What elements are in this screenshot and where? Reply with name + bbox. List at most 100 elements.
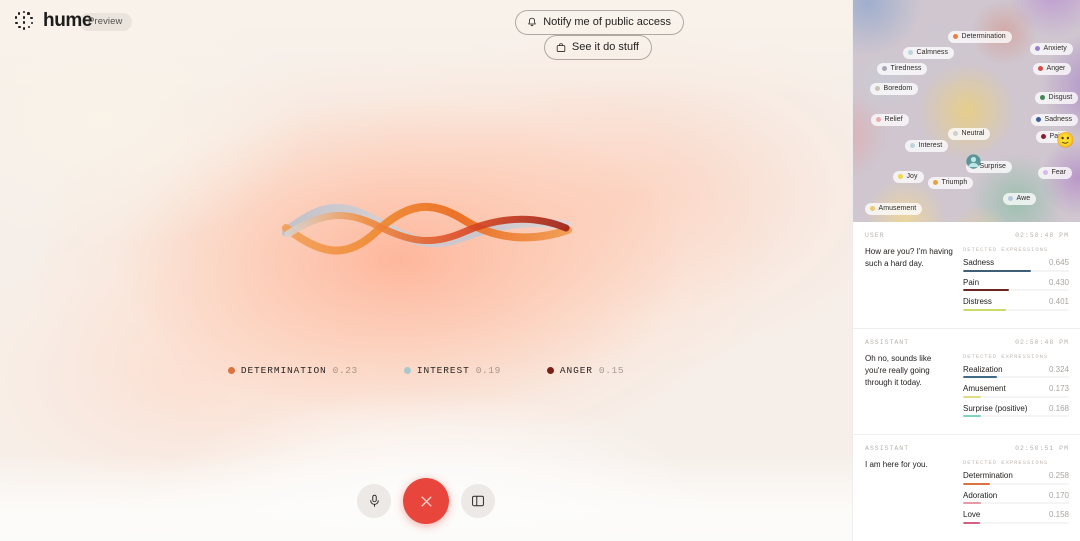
emotion-pill[interactable]: Determination (948, 31, 1012, 43)
emotion-pill-label: Boredom (883, 85, 913, 92)
transcript-message[interactable]: ASSISTANT 02:50:51 PM I am here for you. DE… (853, 435, 1080, 541)
emotion-color-dot (1038, 66, 1043, 71)
expression-bar-track (963, 289, 1069, 291)
message-role: ASSISTANT (865, 338, 910, 346)
emotion-pill-label: Determination (961, 33, 1006, 40)
emotion-pill[interactable]: Calmness (903, 47, 955, 59)
expression-name: Determination (963, 471, 1013, 480)
emotion-pill[interactable]: Interest (905, 140, 949, 152)
message-text: Oh no, sounds like you're really going t… (865, 353, 932, 388)
expression-bar-fill (963, 395, 982, 398)
message-body: Oh no, sounds like you're really going t… (865, 353, 1069, 424)
expression-line: Sadness 0.645 (963, 258, 1069, 267)
emotion-pill[interactable]: Disgust (1035, 92, 1079, 104)
message-header: ASSISTANT 02:50:51 PM (865, 445, 1069, 452)
expression-value: 0.170 (1048, 490, 1069, 500)
emotion-color-dot (1040, 95, 1045, 100)
end-call-button[interactable] (403, 478, 449, 524)
expression-row: Determination 0.258 (963, 471, 1069, 485)
message-text: How are you? I'm having such a hard day. (865, 247, 953, 269)
briefcase-icon (556, 42, 566, 52)
expression-bar-track (963, 521, 1069, 524)
emotion-pill[interactable]: Relief (871, 114, 909, 126)
notify-button-label: Notify me of public access (543, 16, 671, 28)
message-timestamp: 02:50:48 PM (1015, 232, 1069, 239)
user-avatar-icon[interactable] (965, 153, 982, 170)
emotion-pill[interactable]: Boredom (870, 83, 919, 95)
emotion-pill-label: Tiredness (890, 65, 922, 72)
emotion-color-dot (910, 143, 915, 148)
top-expressions-legend: DETERMINATION 0.23 INTEREST 0.19 ANGER 0.15 (0, 365, 852, 376)
emotion-pill-label: Disgust (1048, 94, 1073, 101)
microphone-button[interactable] (357, 484, 391, 518)
expression-name: Surprise (positive) (963, 403, 1028, 413)
smiley-emoji-icon[interactable]: 🙂 (1056, 133, 1075, 148)
emotion-pill[interactable]: Neutral (948, 128, 991, 140)
legend-value: 0.23 (332, 365, 358, 376)
call-controls (0, 478, 852, 524)
emotion-pill-label: Relief (884, 116, 903, 123)
emotion-color-dot (876, 117, 881, 122)
expression-bar-track (963, 376, 1069, 378)
expression-line: Distress 0.401 (963, 297, 1069, 306)
toggle-panel-button[interactable] (461, 484, 495, 518)
expression-row: Amusement 0.173 (963, 384, 1069, 398)
message-header: ASSISTANT 02:50:48 PM (865, 339, 1069, 346)
transcript-list[interactable]: USER 02:50:48 PM How are you? I'm having s… (853, 222, 1080, 541)
emotion-pill-label: Awe (1016, 195, 1031, 202)
emotion-pill[interactable]: Triumph (928, 177, 974, 189)
emotion-pill[interactable]: Sadness (1031, 114, 1079, 126)
emotion-pill[interactable]: Awe (1003, 193, 1037, 205)
emotion-pill[interactable]: Anger (1033, 63, 1072, 75)
emotion-color-dot (1043, 170, 1048, 175)
transcript-message[interactable]: ASSISTANT 02:50:48 PM Oh no, sounds like y… (853, 329, 1080, 435)
emotion-pill[interactable]: Fear (1038, 167, 1073, 179)
voice-waveform (282, 192, 572, 272)
expression-line: Realization 0.324 (963, 365, 1069, 374)
expression-name: Sadness (963, 258, 995, 267)
emotion-pill-label: Triumph (941, 179, 968, 186)
emotion-pill[interactable]: Tiredness (877, 63, 928, 75)
expression-row: Love 0.158 (963, 510, 1069, 524)
expression-bar-fill (963, 482, 991, 485)
expression-line: Love 0.158 (963, 510, 1069, 519)
emotion-pill-label: Calmness (916, 49, 949, 56)
expression-bar-fill (963, 502, 982, 504)
panel-toggle-icon (472, 495, 484, 507)
legend-label: ANGER (559, 365, 593, 376)
expression-row: Sadness 0.645 (963, 258, 1069, 272)
emotion-color-dot (1008, 196, 1013, 201)
expression-name: Distress (963, 297, 992, 306)
message-role: ASSISTANT (865, 445, 910, 452)
legend-value: 0.15 (598, 365, 625, 376)
expression-name: Love (963, 510, 981, 519)
emotion-pill-label: Joy (906, 173, 918, 180)
legend-item: ANGER 0.15 (546, 365, 625, 376)
hume-dots-icon (14, 10, 34, 30)
emotion-pill[interactable]: Amusement (865, 203, 923, 215)
expression-value: 0.168 (1048, 403, 1069, 413)
legend-label: DETERMINATION (240, 365, 327, 376)
emotion-map[interactable]: Determination Anxiety Calmness Tiredness Ang… (853, 0, 1080, 222)
expression-bar-track (963, 502, 1069, 504)
emotion-color-dot (882, 66, 887, 71)
expression-name: Amusement (963, 384, 1006, 393)
emotion-color-dot (1041, 134, 1046, 139)
emotion-color-dot (953, 131, 958, 136)
emotion-pill-label: Anger (1046, 65, 1066, 72)
emotion-pill-label: Surprise (979, 163, 1006, 170)
emotion-pill[interactable]: Joy (893, 171, 924, 183)
message-body: How are you? I'm having such a hard day.… (865, 246, 1069, 317)
see-it-do-stuff-button[interactable]: See it do stuff (543, 35, 652, 60)
transcript-message[interactable]: USER 02:50:48 PM How are you? I'm having s… (853, 222, 1080, 329)
notify-public-access-button[interactable]: Notify me of public access (515, 10, 684, 35)
expression-bar-fill (963, 521, 980, 524)
emotion-pill[interactable]: Anxiety (1030, 43, 1073, 55)
expressions-heading: DETECTED EXPRESSIONS (963, 352, 1049, 360)
message-body: I am here for you. DETECTED EXPRESSIONS De… (865, 459, 1069, 530)
expression-bar-fill (963, 376, 998, 378)
emotion-pill-label: Sadness (1044, 116, 1073, 123)
expression-line: Amusement 0.173 (963, 384, 1069, 393)
expression-value: 0.258 (1048, 471, 1069, 480)
expression-name: Realization (963, 364, 1003, 374)
